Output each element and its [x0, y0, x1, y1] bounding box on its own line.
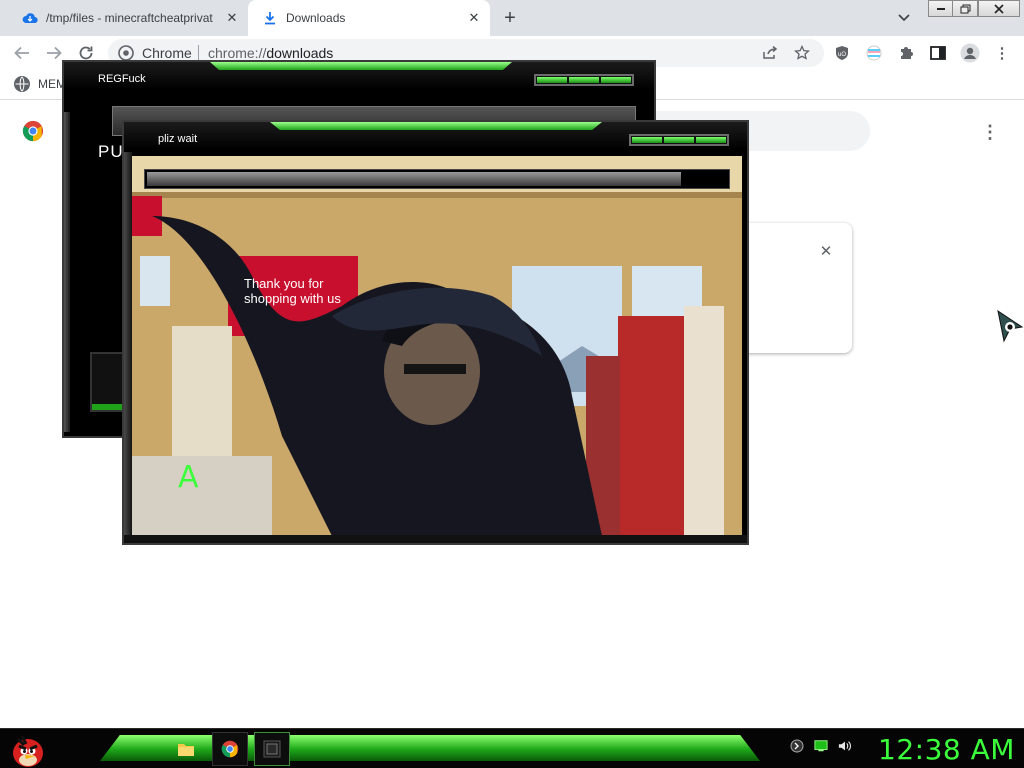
- control-segment[interactable]: [601, 77, 631, 83]
- close-tab-icon[interactable]: ✕: [464, 8, 484, 28]
- profile-icon[interactable]: [958, 41, 982, 65]
- kebab-menu-icon[interactable]: ⋮: [990, 41, 1014, 65]
- window-bottom-edge: [124, 535, 747, 543]
- control-segment[interactable]: [537, 77, 567, 83]
- tab-title: Downloads: [286, 11, 346, 25]
- malware-app-icon[interactable]: [254, 732, 290, 766]
- url-text: chrome://downloads: [208, 45, 333, 61]
- control-segment[interactable]: [569, 77, 599, 83]
- malware-window-pliz-wait[interactable]: pliz wait Thank you for shopping with us…: [122, 120, 749, 545]
- taskbar: 12:38 AM: [0, 728, 1024, 768]
- system-tray: [790, 739, 852, 753]
- chrome-site-icon: [118, 45, 134, 61]
- tab-strip: /tmp/files - minecraftcheatprivat ✕ Down…: [0, 0, 1024, 36]
- eye-cursor-icon: [997, 309, 1024, 343]
- back-arrow-icon[interactable]: [10, 41, 34, 65]
- green-accent-tab: [210, 62, 512, 70]
- store-scene-image: [132, 156, 742, 536]
- green-accent-tab: [270, 122, 602, 130]
- star-icon[interactable]: [790, 41, 814, 65]
- download-icon: [262, 10, 278, 26]
- chevron-down-icon[interactable]: [894, 8, 914, 28]
- site-name: Chrome: [142, 45, 192, 61]
- window-controls[interactable]: [534, 74, 634, 86]
- progress-fill: [147, 172, 681, 186]
- side-panel-icon[interactable]: [926, 41, 950, 65]
- omnibox-separator: [198, 45, 199, 61]
- minimize-button[interactable]: [928, 0, 954, 17]
- start-button[interactable]: [6, 729, 48, 768]
- url-path: downloads: [266, 45, 334, 61]
- window-title: REGFuck: [98, 73, 146, 85]
- shield-tray-icon[interactable]: [790, 739, 804, 753]
- close-tab-icon[interactable]: ✕: [222, 8, 242, 28]
- globe-icon: [14, 76, 30, 92]
- volume-tray-icon[interactable]: [838, 739, 852, 753]
- url-scheme: chrome://: [208, 45, 267, 61]
- desktop: /tmp/files - minecraftcheatprivat ✕ Down…: [0, 0, 1024, 768]
- ublock-icon[interactable]: uO: [830, 41, 854, 65]
- tab-title: /tmp/files - minecraftcheatprivat: [46, 11, 213, 25]
- bookmark-item[interactable]: MEM: [14, 76, 66, 92]
- tab-tmp-files[interactable]: /tmp/files - minecraftcheatprivat ✕: [8, 0, 248, 36]
- extension-flag-icon[interactable]: [862, 41, 886, 65]
- window-edge: [124, 152, 132, 542]
- cloud-icon: [22, 10, 38, 26]
- close-icon[interactable]: ✕: [816, 241, 836, 261]
- window-edge: [64, 112, 70, 432]
- clock[interactable]: 12:38 AM: [878, 733, 1015, 766]
- restore-button[interactable]: [952, 0, 978, 17]
- progress-bar: [144, 169, 730, 189]
- window-controls[interactable]: [629, 134, 729, 146]
- tab-downloads[interactable]: Downloads ✕: [248, 0, 490, 36]
- control-segment[interactable]: [664, 137, 694, 143]
- chrome-logo: [22, 120, 44, 142]
- kebab-menu-icon[interactable]: ⋮: [981, 121, 999, 143]
- video-frame: Thank you for shopping with us A: [132, 156, 742, 536]
- close-window-button[interactable]: [978, 0, 1020, 17]
- control-segment[interactable]: [696, 137, 726, 143]
- angry-bird-icon: [13, 735, 43, 767]
- sign-text: Thank you for shopping with us: [244, 276, 341, 306]
- window-title: pliz wait: [158, 133, 198, 145]
- plus-icon[interactable]: +: [498, 6, 522, 30]
- file-explorer-icon[interactable]: [168, 732, 204, 766]
- share-icon[interactable]: [758, 41, 782, 65]
- puzzle-icon[interactable]: [894, 41, 918, 65]
- svg-text:uO: uO: [838, 52, 846, 58]
- chrome-icon[interactable]: [212, 732, 248, 766]
- overlay-letter: A: [178, 460, 199, 495]
- network-tray-icon[interactable]: [814, 739, 828, 753]
- control-segment[interactable]: [632, 137, 662, 143]
